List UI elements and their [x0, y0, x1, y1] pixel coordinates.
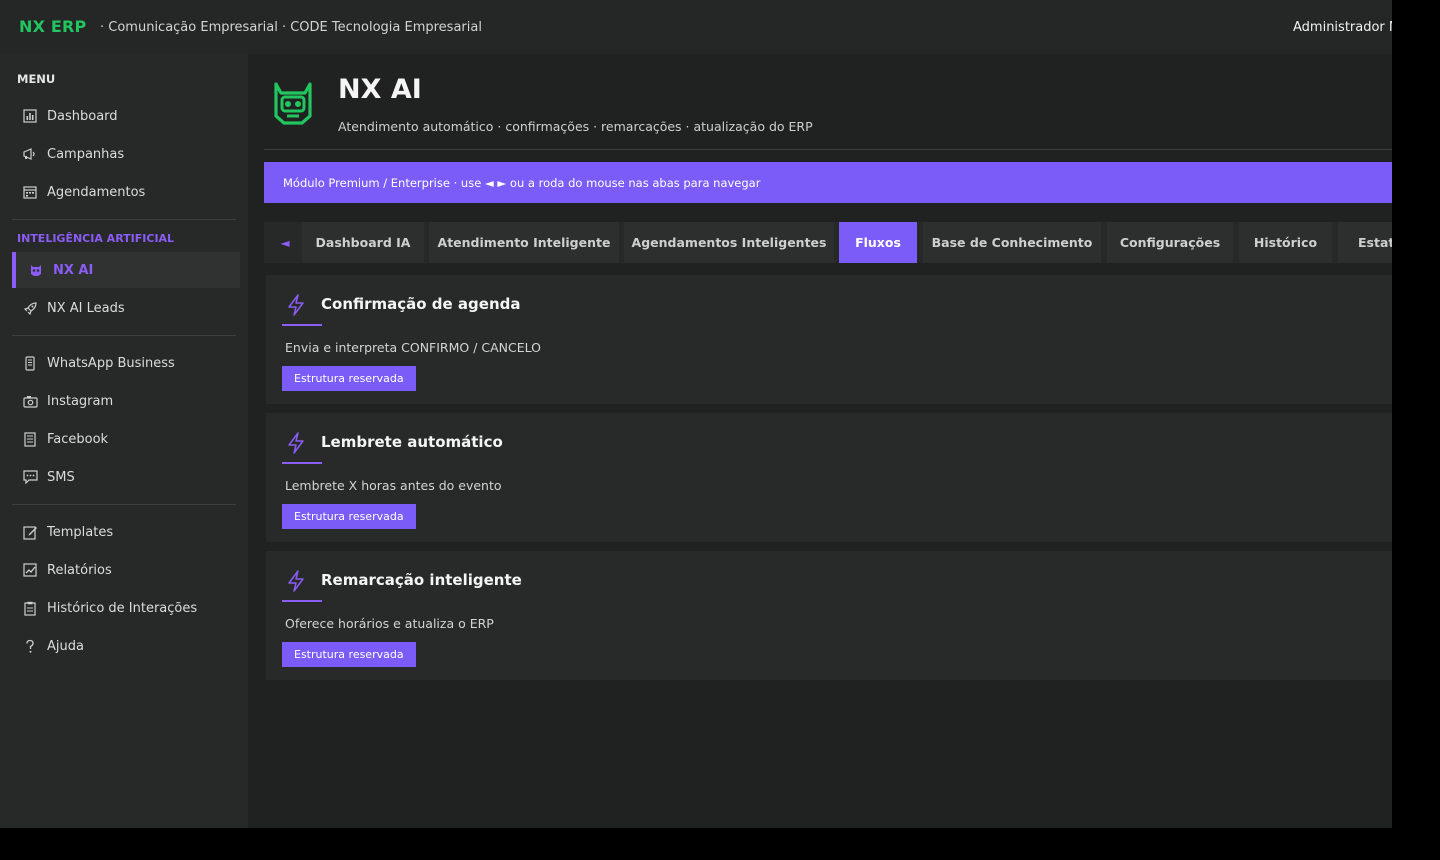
sidebar-item-sms[interactable]: SMS — [12, 459, 240, 495]
sidebar-item-label: Dashboard — [47, 108, 118, 124]
calendar-icon — [22, 184, 38, 200]
help-icon — [22, 638, 38, 654]
robot-icon — [274, 82, 312, 125]
lightning-icon — [288, 432, 304, 454]
sidebar-item-label: Ajuda — [47, 638, 84, 654]
page-subtitle: Atendimento automático · confirmações · … — [338, 119, 813, 134]
flow-card: Remarcação inteligente Oferece horários … — [266, 551, 1392, 680]
sidebar-item-agendamentos[interactable]: Agendamentos — [12, 174, 240, 210]
sidebar-item-label: Facebook — [47, 431, 109, 447]
lightning-icon — [288, 294, 304, 316]
sidebar-item-label: NX AI — [53, 262, 94, 278]
sidebar-item-label: Agendamentos — [47, 184, 146, 200]
sidebar-item-historico-interacoes[interactable]: Histórico de Interações — [12, 590, 240, 626]
sidebar-item-label: Templates — [47, 524, 114, 540]
flow-title: Confirmação de agenda — [321, 295, 521, 313]
rocket-icon — [22, 300, 38, 316]
flow-description: Envia e interpreta CONFIRMO / CANCELO — [285, 340, 542, 355]
megaphone-icon — [22, 146, 38, 162]
edit-icon — [22, 524, 38, 540]
sidebar-item-campanhas[interactable]: Campanhas — [12, 136, 240, 172]
tab-configuracoes[interactable]: Configurações — [1107, 222, 1233, 263]
clipboard-icon — [22, 600, 38, 616]
tab-bar: ◄ Dashboard IA Atendimento Inteligente A… — [264, 222, 1392, 263]
sidebar-item-label: Histórico de Interações — [47, 600, 198, 616]
chat-icon — [22, 469, 38, 485]
camera-icon — [22, 393, 38, 409]
sidebar-item-label: Campanhas — [47, 146, 125, 162]
app-logo[interactable]: NX ERP — [19, 17, 86, 36]
sidebar-item-label: WhatsApp Business — [47, 355, 175, 371]
flow-description: Lembrete X horas antes do evento — [285, 478, 502, 493]
tab-base-de-conhecimento[interactable]: Base de Conhecimento — [923, 222, 1101, 263]
premium-banner: Módulo Premium / Enterprise · use ◄ ► ou… — [264, 162, 1392, 203]
tab-dashboard-ia[interactable]: Dashboard IA — [302, 222, 424, 263]
book-icon — [22, 431, 38, 447]
phone-icon — [22, 355, 38, 371]
sidebar-item-whatsapp[interactable]: WhatsApp Business — [12, 345, 240, 381]
main-content: NX AI Atendimento automático · confirmaç… — [248, 54, 1392, 828]
flow-card: Lembrete automático Lembrete X horas ant… — [266, 413, 1392, 542]
tab-agendamentos-inteligentes[interactable]: Agendamentos Inteligentes — [624, 222, 834, 263]
flow-structure-button[interactable]: Estrutura reservada — [282, 504, 416, 529]
tab-fluxos[interactable]: Fluxos — [839, 222, 917, 263]
tab-atendimento-inteligente[interactable]: Atendimento Inteligente — [429, 222, 619, 263]
sidebar-divider — [12, 504, 236, 505]
tab-estatisticas[interactable]: Estat — [1338, 222, 1392, 263]
tab-scroll-left-button[interactable]: ◄ — [270, 222, 300, 263]
sidebar-divider — [12, 219, 236, 220]
sidebar-item-label: SMS — [47, 469, 75, 485]
lightning-icon — [288, 570, 304, 592]
sidebar-item-ajuda[interactable]: Ajuda — [12, 628, 240, 664]
tab-historico[interactable]: Histórico — [1239, 222, 1332, 263]
sidebar-item-facebook[interactable]: Facebook — [12, 421, 240, 457]
sidebar-item-label: NX AI Leads — [47, 300, 125, 316]
sidebar-item-nx-ai[interactable]: NX AI — [12, 252, 240, 288]
sidebar-item-relatorios[interactable]: Relatórios — [12, 552, 240, 588]
flow-description: Oferece horários e atualiza o ERP — [285, 616, 494, 631]
header-divider — [264, 149, 1392, 150]
sidebar-item-label: Instagram — [47, 393, 114, 409]
user-menu[interactable]: Administrador M — [1293, 20, 1392, 35]
chart-check-icon — [22, 562, 38, 578]
flow-card: Confirmação de agenda Envia e interpreta… — [266, 275, 1392, 404]
flow-structure-button[interactable]: Estrutura reservada — [282, 642, 416, 667]
sidebar-item-dashboard[interactable]: Dashboard — [12, 98, 240, 134]
app-window: NX ERP · Comunicação Empresarial · CODE … — [0, 0, 1392, 828]
robot-icon — [28, 262, 44, 278]
sidebar: MENU Dashboard Campanhas Agendamentos IN… — [0, 54, 248, 828]
flow-title-underline — [282, 324, 322, 326]
bar-chart-icon — [22, 108, 38, 124]
sidebar-item-templates[interactable]: Templates — [12, 514, 240, 550]
flow-title: Lembrete automático — [321, 433, 503, 451]
flow-title-underline — [282, 600, 322, 602]
sidebar-item-nx-ai-leads[interactable]: NX AI Leads — [12, 290, 240, 326]
top-bar: NX ERP · Comunicação Empresarial · CODE … — [0, 0, 1392, 54]
flow-title-underline — [282, 462, 322, 464]
banner-text: Módulo Premium / Enterprise · use ◄ ► ou… — [283, 175, 761, 190]
sidebar-item-label: Relatórios — [47, 562, 112, 578]
ai-section-heading: INTELIGÊNCIA ARTIFICIAL — [17, 232, 175, 245]
menu-heading: MENU — [17, 72, 56, 86]
page-title: NX AI — [338, 74, 422, 105]
sidebar-divider — [12, 335, 236, 336]
company-subtitle: · Comunicação Empresarial · CODE Tecnolo… — [100, 20, 482, 35]
sidebar-item-instagram[interactable]: Instagram — [12, 383, 240, 419]
flow-structure-button[interactable]: Estrutura reservada — [282, 366, 416, 391]
flow-title: Remarcação inteligente — [321, 571, 522, 589]
